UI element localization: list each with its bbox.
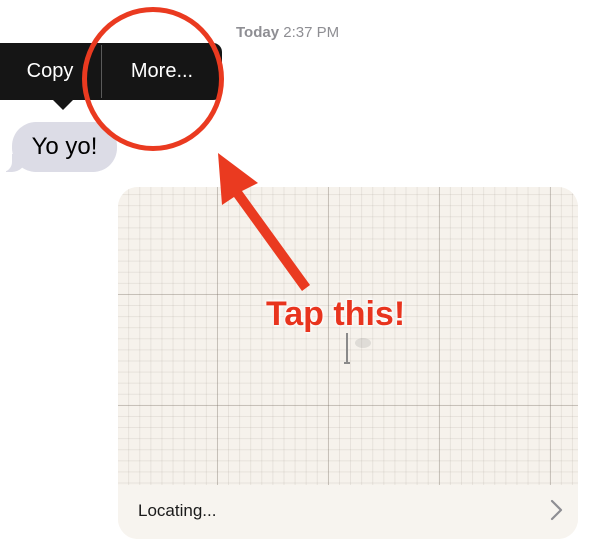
locating-status: Locating... <box>138 501 217 520</box>
timestamp-day: Today <box>236 24 280 41</box>
menu-pointer <box>52 99 74 110</box>
location-card-footer: Locating... <box>118 485 578 539</box>
annotation-arrow-icon <box>218 153 310 291</box>
timestamp-time: 2:37 PM <box>283 24 340 41</box>
annotation-circle <box>82 7 224 151</box>
map-pin-icon <box>344 333 371 364</box>
chevron-right-icon[interactable] <box>550 498 564 522</box>
map-grid <box>118 187 578 485</box>
annotation-callout: Tap this! <box>266 295 406 333</box>
incoming-message-bubble[interactable]: Yo yo! <box>0 122 117 172</box>
message-text: Yo yo! <box>31 133 98 160</box>
message-timestamp: Today 2:37 PM <box>236 24 339 41</box>
location-map-card[interactable]: Locating... <box>118 187 578 539</box>
